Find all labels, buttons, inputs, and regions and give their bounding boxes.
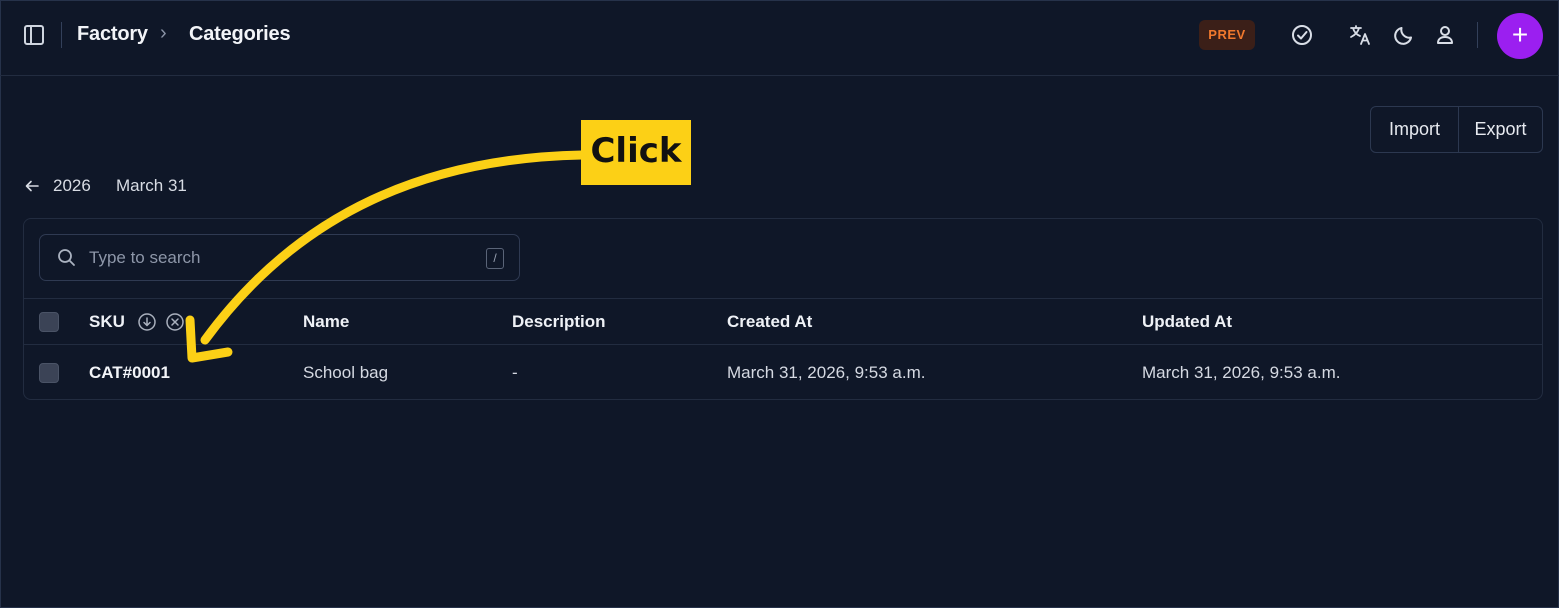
import-button[interactable]: Import [1371,107,1458,152]
column-created-at[interactable]: Created At [727,312,812,332]
import-export-group: Import Export [1370,106,1543,153]
row-description: - [512,363,518,382]
column-name[interactable]: Name [303,312,349,332]
user-icon[interactable] [1433,23,1457,47]
breadcrumb-factory[interactable]: Factory [77,23,148,46]
categories-table-card: Type to search / SKU Name Description Cr… [23,218,1543,400]
arrow-left-icon[interactable] [24,178,40,194]
header-divider [61,22,62,48]
annotation-callout: Click [581,120,691,185]
row-checkbox[interactable] [39,363,59,383]
table-row[interactable]: CAT#0001 School bag - March 31, 2026, 9:… [24,345,1542,399]
search-icon [58,249,75,266]
export-button[interactable]: Export [1458,107,1542,152]
sort-descending-icon[interactable] [137,312,157,332]
moon-icon[interactable] [1392,23,1416,47]
top-bar: Factory › Categories PREV + [0,0,1559,76]
breadcrumb-chevron-icon: › [160,22,167,44]
breadcrumb-categories: Categories [189,23,291,45]
search-placeholder: Type to search [89,248,201,267]
clear-sort-icon[interactable] [165,312,185,332]
search-shortcut-key: / [486,248,504,269]
row-updated-at: March 31, 2026, 9:53 a.m. [1142,363,1341,382]
column-description[interactable]: Description [512,312,606,332]
table-header: SKU Name Description Created At Updated … [24,298,1542,345]
prev-badge[interactable]: PREV [1199,20,1255,50]
date-year-link[interactable]: 2026 [53,176,91,196]
sidebar-toggle-icon[interactable] [24,25,44,45]
header-divider-right [1477,22,1478,48]
row-sku-link[interactable]: CAT#0001 [89,363,170,383]
date-day: March 31 [116,176,187,195]
row-name: School bag [303,363,389,382]
search-input[interactable]: Type to search / [39,234,520,281]
plus-icon: + [1511,19,1529,50]
add-button[interactable]: + [1497,13,1543,59]
check-circle-icon[interactable] [1290,23,1314,47]
translate-icon[interactable] [1348,23,1372,47]
row-created-at: March 31, 2026, 9:53 a.m. [727,363,926,382]
column-updated-at[interactable]: Updated At [1142,312,1232,332]
column-sku[interactable]: SKU [89,312,125,332]
select-all-checkbox[interactable] [39,312,59,332]
